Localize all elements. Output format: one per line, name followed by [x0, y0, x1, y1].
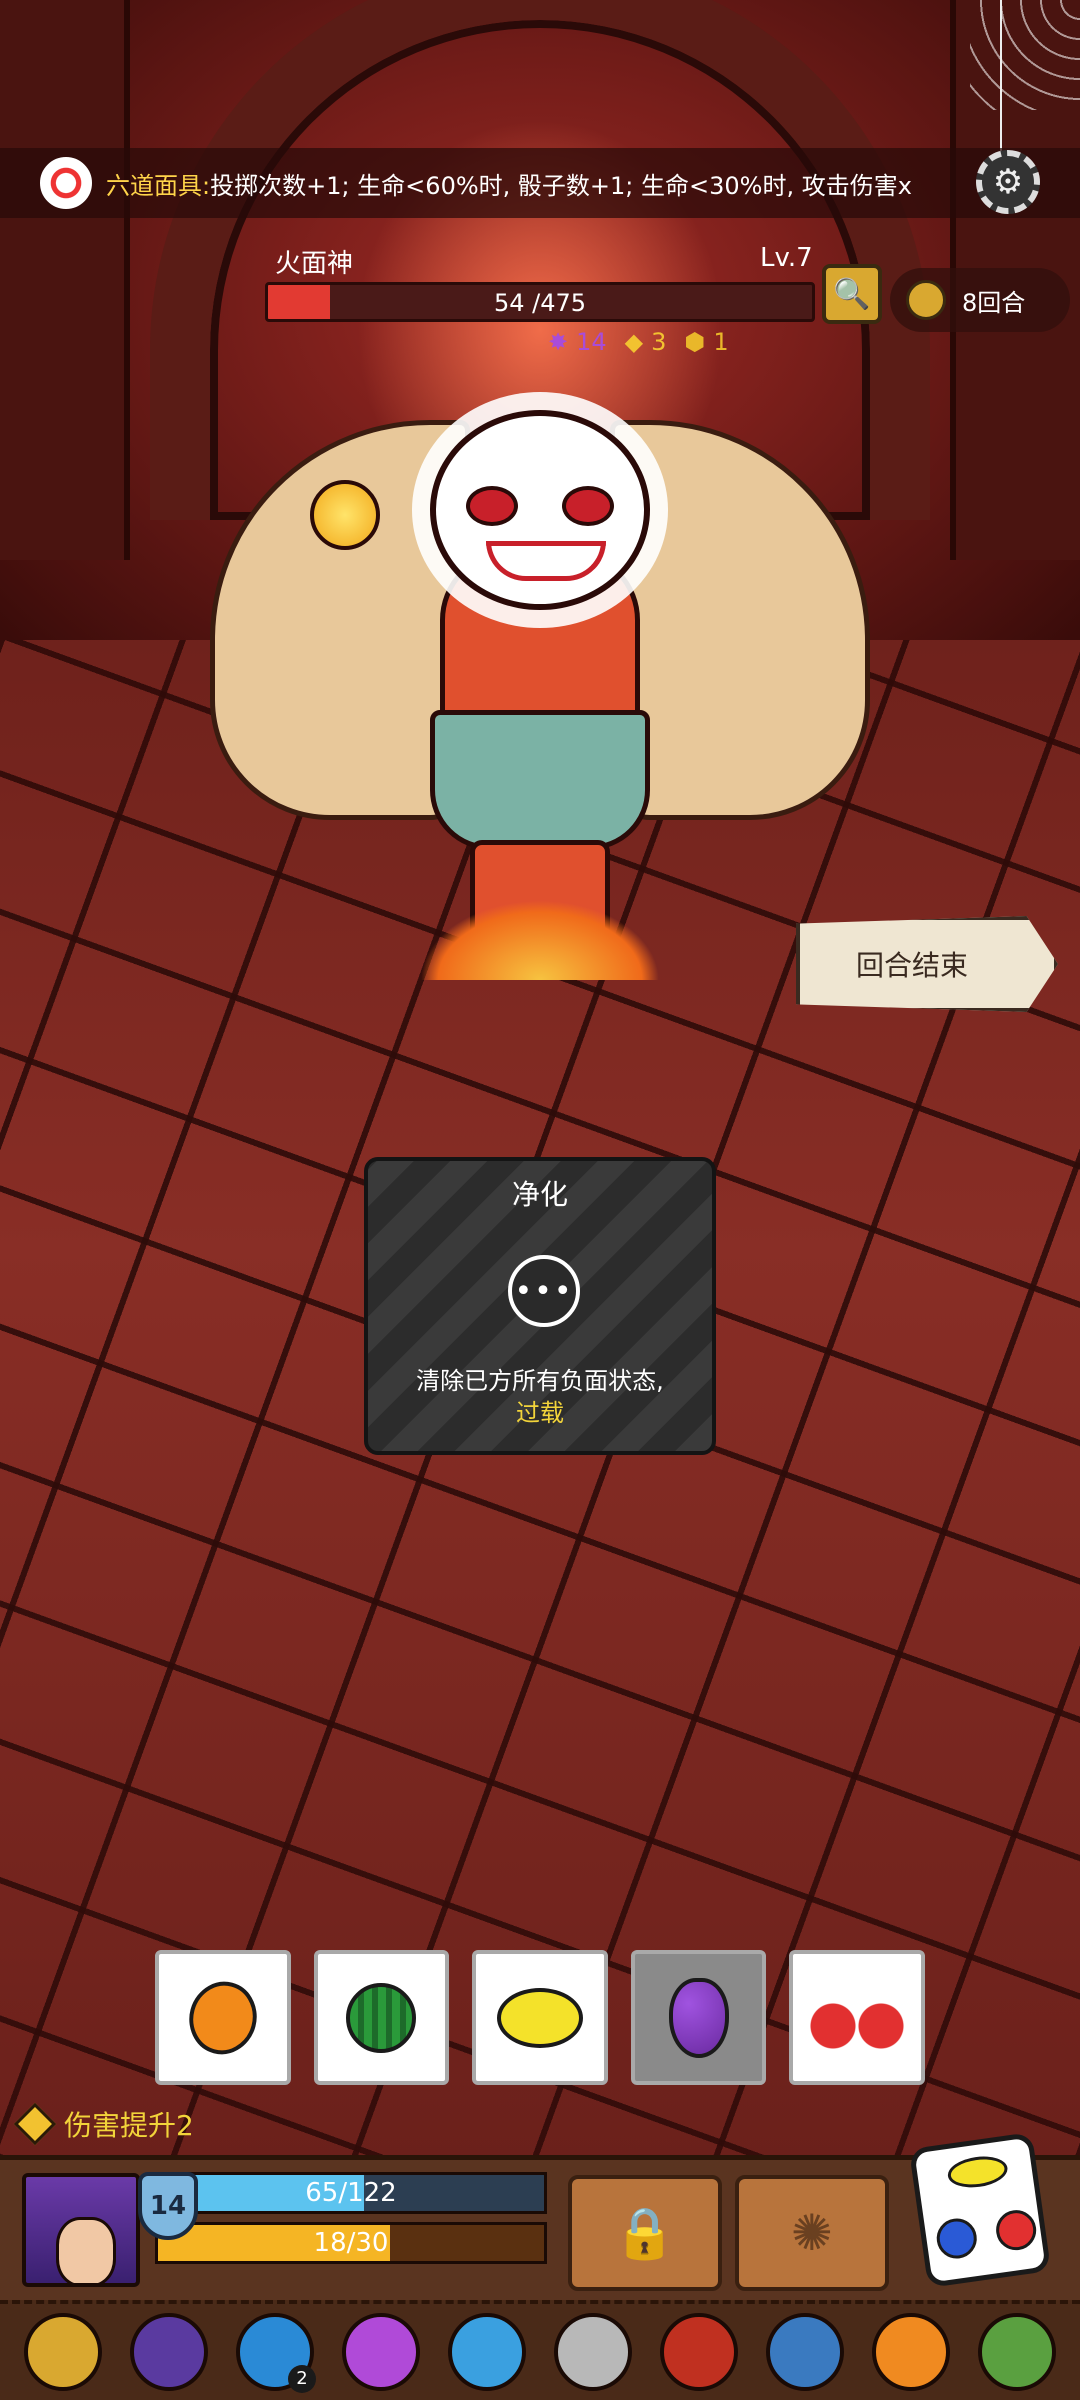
- scroll-icon: [906, 280, 946, 320]
- enemy-skirt: [430, 710, 650, 850]
- settings-gear-icon[interactable]: ⚙: [976, 150, 1040, 214]
- water-drop-icon[interactable]: [448, 2313, 526, 2391]
- orange-icon: [174, 1969, 271, 2066]
- enemy-name: 火面神: [275, 249, 354, 279]
- silver-ring-icon[interactable]: [554, 2313, 632, 2391]
- blue-swirl-orb-icon[interactable]: 2: [236, 2313, 316, 2393]
- blue-mask-icon[interactable]: [766, 2313, 844, 2391]
- gold-shield-icon: ⬢: [684, 328, 706, 356]
- green-tablet-icon[interactable]: [978, 2313, 1056, 2391]
- spider-thread: [1000, 0, 1002, 160]
- left-pillar: [0, 0, 130, 560]
- status-yellow-chevron[interactable]: ◆ 3: [625, 328, 667, 356]
- relic-count-badge: 2: [288, 2365, 316, 2393]
- inspect-enemy-button[interactable]: 🔍: [822, 264, 882, 324]
- yellow-chevron-icon: ◆: [624, 328, 644, 356]
- six-path-mask-icon: [40, 157, 92, 209]
- red-helmet-icon[interactable]: [660, 2313, 738, 2391]
- end-turn-button[interactable]: 回合结束: [796, 916, 1058, 1012]
- sun-mask-face: [430, 410, 650, 610]
- grape-icon: [668, 1977, 729, 2058]
- enemy-level: Lv.7: [760, 243, 813, 273]
- buff-description: 投掷次数+1; 生命<60%时, 骰子数+1; 生命<30%时, 攻击伤害x: [210, 171, 912, 200]
- cherry-icon: [809, 1977, 906, 2058]
- status-gold-shield[interactable]: ⬢ 1: [684, 328, 728, 356]
- padlock-icon: 🔒: [613, 2203, 677, 2262]
- splat-emblem-icon: ✺: [791, 2204, 833, 2262]
- damage-boost-indicator: 伤害提升2: [13, 2102, 194, 2146]
- skill-keyword[interactable]: 过载: [368, 1393, 712, 1428]
- enemy-status-row: ✸ 14 ◆ 3 ⬢ 1: [548, 328, 729, 356]
- enemy-hp-bar: 54 /475: [265, 282, 815, 322]
- fire-cloak-icon[interactable]: [872, 2313, 950, 2391]
- player-xp-text: 18/30: [313, 2228, 389, 2258]
- shield-value: 14: [149, 2191, 187, 2221]
- blue-face-icon: [934, 2215, 980, 2262]
- turn-counter: 8回合: [890, 268, 1070, 332]
- spider-web-decoration: [970, 0, 1080, 110]
- player-xp-bar: 18/30: [155, 2222, 547, 2264]
- die-lemon[interactable]: [472, 1950, 608, 2085]
- fire-mask-god-enemy[interactable]: [210, 380, 870, 980]
- red-face-icon: [993, 2207, 1039, 2253]
- player-hp-bar: 65/122: [155, 2172, 547, 2214]
- watermelon-icon: [346, 1982, 417, 2053]
- player-avatar[interactable]: [22, 2173, 140, 2287]
- status-value: 1: [713, 328, 729, 356]
- grinning-mouth: [486, 541, 606, 581]
- golden-amulet-icon[interactable]: [24, 2313, 102, 2391]
- skill-tooltip-card: 净化 ••• 清除已方所有负面状态, 过载: [364, 1157, 716, 1455]
- status-value: 3: [651, 328, 667, 356]
- locked-skill-slot[interactable]: 🔒: [568, 2175, 722, 2291]
- magnifier-icon: 🔍: [833, 276, 871, 312]
- status-purple-splat[interactable]: ✸ 14: [548, 328, 607, 356]
- enemy-hp-text: 54 /475: [493, 289, 587, 317]
- fire-orb: [310, 480, 380, 550]
- skill-title: 净化: [511, 1178, 568, 1211]
- purple-splat-icon: ✸: [548, 328, 569, 356]
- die-grape-selected[interactable]: [630, 1950, 767, 2085]
- right-eye: [562, 486, 614, 526]
- relic-bar: 2: [0, 2300, 1080, 2400]
- buff-title: 六道面具:: [106, 171, 211, 200]
- player-hp-text: 65/122: [305, 2178, 397, 2208]
- feet-flames: [420, 900, 660, 980]
- left-eye: [466, 486, 518, 526]
- dice-tray: [155, 1950, 925, 2085]
- die-cherry[interactable]: [789, 1950, 925, 2085]
- hexagram-icon[interactable]: [130, 2313, 208, 2391]
- player-shield-badge: 14: [138, 2172, 198, 2240]
- skill-slot-2[interactable]: ✺: [735, 2175, 889, 2291]
- purple-splat-icon[interactable]: [342, 2313, 420, 2391]
- skill-description: 清除已方所有负面状态,: [416, 1367, 664, 1395]
- lemon-face-icon: [945, 2152, 1010, 2191]
- ellipsis-icon: •••: [508, 1255, 580, 1327]
- turn-counter-text: 8回合: [962, 288, 1026, 317]
- damage-chevron-icon: [13, 2102, 57, 2146]
- roll-dice-button[interactable]: [908, 2132, 1052, 2288]
- status-value: 14: [576, 328, 607, 356]
- lemon-icon: [496, 1987, 583, 2048]
- die-orange[interactable]: [155, 1950, 291, 2085]
- avatar-face: [56, 2217, 116, 2283]
- buff-banner: 六道面具: 投掷次数+1; 生命<60%时, 骰子数+1; 生命<30%时, 攻…: [0, 148, 1080, 218]
- damage-boost-text: 伤害提升2: [64, 2109, 194, 2142]
- die-watermelon[interactable]: [313, 1950, 450, 2085]
